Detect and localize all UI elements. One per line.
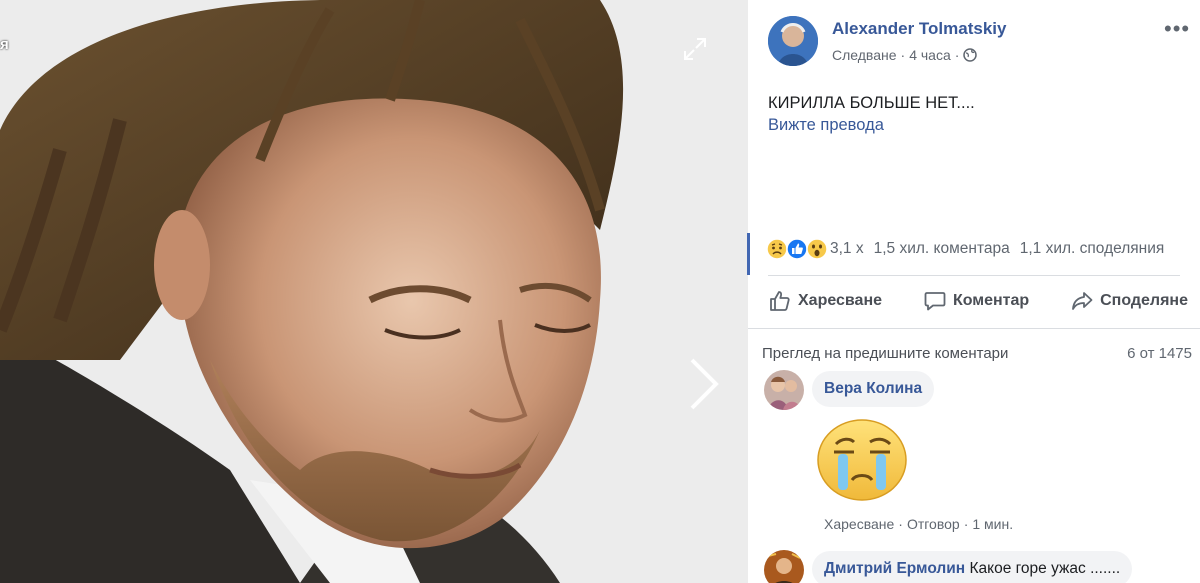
wow-reaction-icon bbox=[806, 238, 828, 260]
comment-author[interactable]: Вера Колина bbox=[824, 380, 922, 397]
reaction-icons[interactable] bbox=[766, 238, 828, 260]
like-button[interactable]: Харесване bbox=[768, 289, 882, 313]
meta-separator: · bbox=[954, 47, 960, 63]
author-avatar[interactable] bbox=[768, 16, 818, 66]
see-translation-link[interactable]: Вижте превода bbox=[768, 116, 884, 135]
post-photo bbox=[0, 0, 748, 583]
comment-bubble: Дмитрий Ермолин Какое горе ужас ....... bbox=[812, 551, 1133, 583]
comment-label: Коментар bbox=[952, 292, 1030, 309]
divider bbox=[748, 328, 1200, 329]
share-arrow-icon bbox=[1072, 292, 1093, 310]
post-details-panel: Alexander Tolmatskiy Следване · 4 часа ·… bbox=[748, 0, 1200, 583]
post-header: Alexander Tolmatskiy Следване · 4 часа ·… bbox=[768, 16, 1190, 68]
post-text: КИРИЛЛА БОЛЬШЕ НЕТ.... bbox=[768, 94, 975, 112]
reaction-count[interactable]: 3,1 х bbox=[830, 240, 864, 258]
sad-reaction-icon bbox=[766, 238, 788, 260]
commenter-avatar[interactable] bbox=[764, 370, 804, 410]
follow-link[interactable]: Следване bbox=[832, 47, 897, 63]
commenter-avatar[interactable] bbox=[764, 550, 804, 583]
comment-time[interactable]: 1 мин. bbox=[972, 516, 1013, 532]
photo-overlay-text: я bbox=[0, 36, 9, 53]
comment-author[interactable]: Дмитрий Ермолин bbox=[824, 560, 965, 577]
view-previous-comments-link[interactable]: Преглед на предишните коментари bbox=[762, 345, 1008, 362]
comment-actions: Харесване · Отговор · 1 мин. bbox=[824, 516, 1014, 532]
comment-pagination-count: 6 от 1475 bbox=[1127, 345, 1192, 362]
comment-bubble-icon bbox=[924, 292, 946, 311]
share-label: Споделяне bbox=[1100, 292, 1188, 309]
active-indicator bbox=[747, 233, 750, 275]
comment-bubble: Вера Колина bbox=[812, 371, 935, 407]
author-name[interactable]: Alexander Tolmatskiy bbox=[832, 19, 1006, 39]
post-meta: Следване · 4 часа · bbox=[832, 47, 978, 63]
share-button[interactable]: Споделяне bbox=[1070, 289, 1188, 313]
comment-text: Какое горе ужас ....... bbox=[969, 560, 1121, 577]
comment-button[interactable]: Коментар bbox=[923, 289, 1029, 313]
comments-count[interactable]: 1,5 хил. коментара bbox=[874, 240, 1010, 258]
next-photo-arrow-icon[interactable] bbox=[684, 356, 724, 412]
crying-face-sticker-icon bbox=[817, 419, 907, 501]
more-options-icon[interactable]: ••• bbox=[1164, 18, 1190, 40]
divider bbox=[768, 275, 1180, 276]
reactions-bar: 3,1 х 1,5 хил. коментара 1,1 хил. сподел… bbox=[766, 236, 1190, 262]
expand-icon[interactable] bbox=[682, 36, 708, 62]
comment-like-link[interactable]: Харесване bbox=[824, 516, 894, 532]
post-actions: Харесване Коментар Споделяне bbox=[768, 284, 1188, 318]
post-time[interactable]: 4 часа bbox=[909, 47, 951, 63]
comment-reply-link[interactable]: Отговор bbox=[907, 516, 960, 532]
like-reaction-icon bbox=[786, 238, 808, 260]
thumbs-up-icon bbox=[770, 291, 790, 311]
photo-viewer[interactable]: я bbox=[0, 0, 748, 583]
globe-icon bbox=[963, 48, 978, 62]
meta-separator: · bbox=[900, 47, 906, 63]
shares-count[interactable]: 1,1 хил. споделяния bbox=[1020, 240, 1165, 258]
like-label: Харесване bbox=[798, 292, 883, 309]
